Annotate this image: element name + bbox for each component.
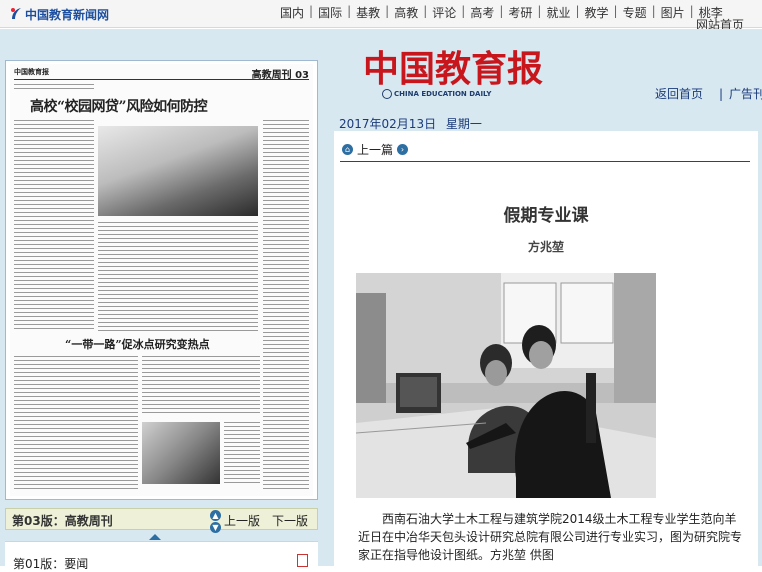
nav-item-guonei[interactable]: 国内 (280, 4, 304, 21)
paper-headline[interactable]: 高校“校园网贷”风险如何防控 (30, 96, 208, 116)
divider (340, 161, 750, 162)
newspaper-page-thumbnail[interactable]: 中国教育报 高教周刊 03 高校“校园网贷”风险如何防控 “一带一路”促冰点研究… (5, 60, 318, 500)
edition-number: 第03版： (12, 514, 65, 528)
weekday-text: 星期一 (445, 117, 482, 131)
photo-caption: 西南石油大学土木工程与建筑学院2014级土木工程专业学生范向羊近日在中冶华天包头… (358, 512, 743, 562)
nav-separator: | (575, 4, 580, 18)
arrow-up-icon[interactable]: ▲ (210, 510, 221, 521)
paper-photo (142, 422, 220, 484)
paper-masthead-left: 中国教育报 (14, 68, 49, 76)
nav-item-guoji[interactable]: 国际 (318, 4, 342, 21)
nav-item-gaojiao[interactable]: 高教 (394, 4, 418, 21)
paper-text-block (14, 356, 138, 490)
logo-english-text: CHINA EDUCATION DAILY (394, 90, 492, 98)
current-edition: 第03版：高教周刊 (12, 512, 113, 529)
prev-article-link[interactable]: 上一篇 (357, 141, 393, 158)
next-edition-link[interactable]: 下一版 (272, 512, 308, 529)
nav-separator: | (309, 4, 314, 18)
home-link[interactable]: 返回首页 (655, 88, 705, 100)
paper-masthead-right: 高教周刊 03 (251, 70, 309, 81)
paper-text-block (14, 84, 94, 92)
article-photo (356, 273, 656, 498)
article-nav: ⌂ 上一篇 › (342, 141, 409, 158)
issue-date: 2017年02月13日 星期一 (339, 115, 488, 132)
nav-item-gaokao[interactable]: 高考 (470, 4, 494, 21)
paper-text-block (263, 120, 309, 490)
paper-text-block (142, 356, 260, 416)
logo-swoosh-icon (11, 8, 21, 19)
paper-masthead: 中国教育报 高教周刊 03 (14, 66, 309, 81)
newspaper-logo[interactable]: 中国教育报 (363, 40, 543, 92)
home-round-icon[interactable]: ⌂ (342, 144, 353, 155)
newspaper-logo-en: CHINA EDUCATION DAILY (382, 89, 492, 99)
pdf-icon[interactable] (297, 554, 308, 567)
arrow-right-icon[interactable]: › (397, 144, 409, 155)
edition-list-item[interactable]: 第01版：要闻 (13, 555, 88, 572)
nav-item-jijiao[interactable]: 基教 (356, 4, 380, 21)
article-author: 方兆堃 (527, 240, 564, 254)
article-photo-image (356, 273, 656, 498)
edition-name: 高教周刊 (64, 514, 113, 528)
nav-item-tupian[interactable]: 图片 (661, 4, 685, 21)
site-logo[interactable]: 中国教育新闻网 (10, 5, 109, 23)
date-text: 2017年02月13日 (339, 117, 437, 131)
paper-text-block (14, 120, 94, 330)
home-link-text: 返回首页 (655, 87, 704, 101)
collapse-arrow-icon[interactable] (149, 534, 161, 540)
paper-text-block (224, 422, 260, 484)
ad-link-text: 广告刊例 (729, 87, 762, 101)
site-name: 中国教育新闻网 (25, 7, 110, 22)
nav-item-jiaoxue[interactable]: 教学 (585, 4, 609, 21)
paper-text-block (98, 222, 258, 332)
nav-separator: | (651, 4, 656, 18)
prev-edition-link[interactable]: 上一版 (224, 512, 260, 529)
nav-separator: | (537, 4, 542, 18)
link-separator: | (719, 87, 724, 101)
top-nav-bar: 中国教育新闻网 国内 | 国际 | 基教 | 高教 | 评论 | 高考 | 考研 | 就业 | … (0, 0, 762, 32)
nav-separator: | (423, 4, 428, 18)
nav-separator: | (613, 4, 618, 18)
article-title: 假期专业课 (503, 206, 589, 226)
paper-subheadline[interactable]: “一带一路”促冰点研究变热点 (65, 336, 210, 352)
paper-photo (98, 126, 258, 216)
globe-icon (382, 89, 392, 99)
nav-item-jiuye[interactable]: 就业 (546, 4, 570, 21)
nav-separator: | (347, 4, 352, 18)
edition-list: 第01版：要闻 (5, 534, 318, 571)
newspaper-page-image: 中国教育报 高教周刊 03 高校“校园网贷”风险如何防控 “一带一路”促冰点研究… (10, 64, 313, 496)
nav-item-pinglun[interactable]: 评论 (432, 4, 456, 21)
article-panel: ⌂ 上一篇 › 假期专业课 方兆堃 西南石油大学土木工程与建筑学院2014级土木… (334, 131, 758, 566)
nav-item-zhuanti[interactable]: 专题 (623, 4, 647, 21)
ad-rates-link[interactable]: | 广告刊例 (719, 87, 762, 101)
nav-item-kaoyan[interactable]: 考研 (508, 4, 532, 21)
main-nav: 国内 | 国际 | 基教 | 高教 | 评论 | 高考 | 考研 | 就业 | 教学 | 专题 | … (280, 4, 723, 21)
nav-separator: | (689, 4, 694, 18)
edition-bar: 第03版：高教周刊 ▲ ▼ 上一版 下一版 (5, 508, 318, 533)
nav-separator: | (499, 4, 504, 18)
nav-separator: | (385, 4, 390, 18)
arrow-down-icon[interactable]: ▼ (210, 522, 221, 533)
nav-separator: | (461, 4, 466, 18)
